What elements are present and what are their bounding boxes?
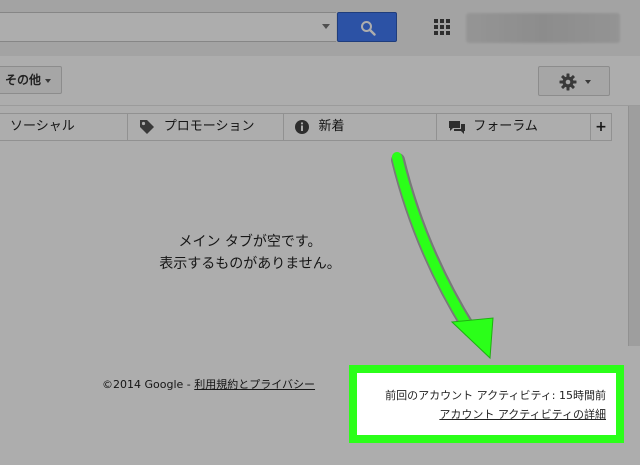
annotation-arrow-icon xyxy=(391,152,494,360)
